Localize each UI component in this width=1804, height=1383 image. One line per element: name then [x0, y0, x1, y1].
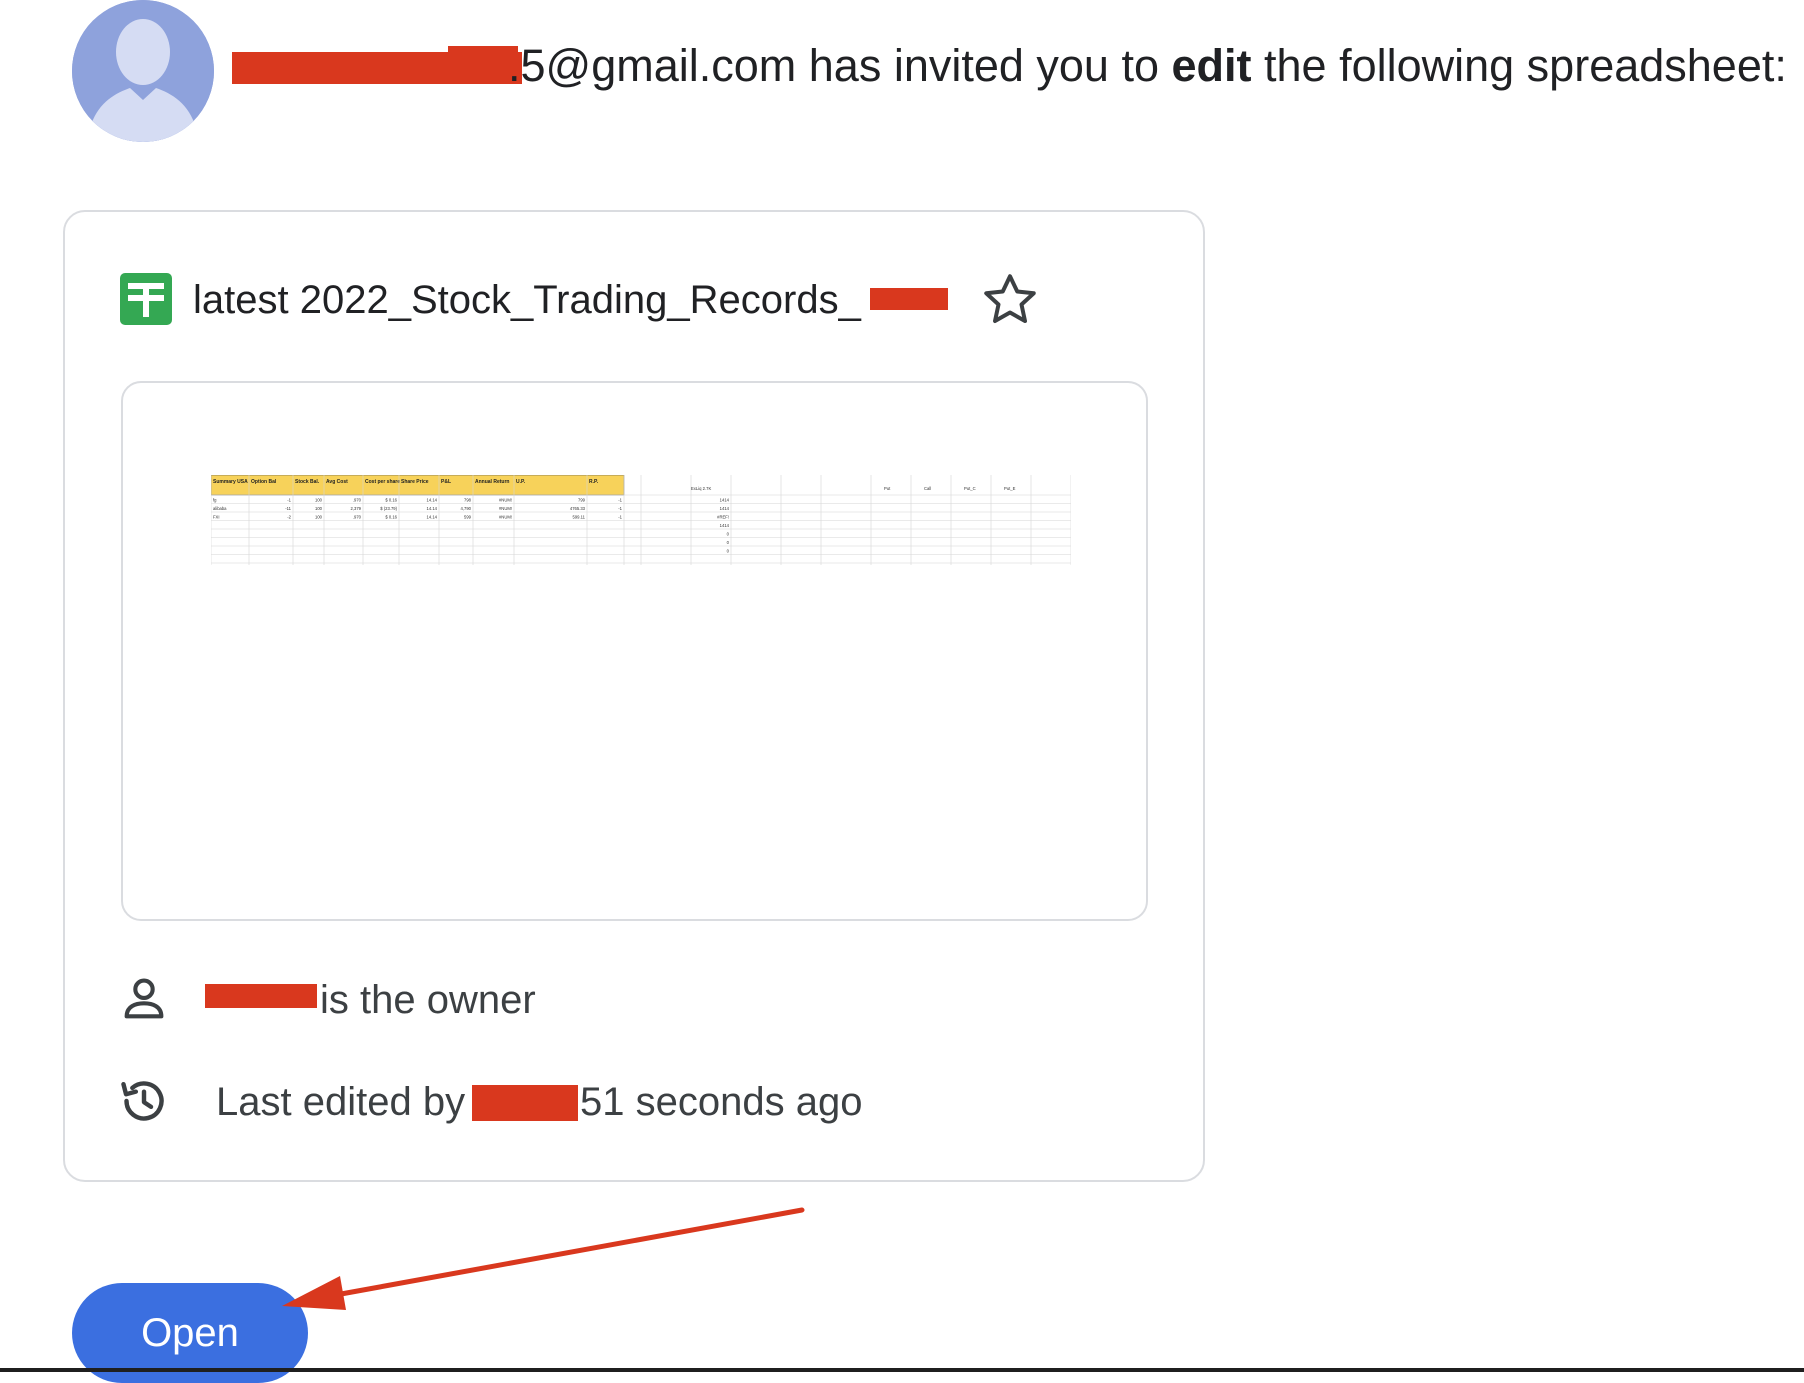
sheet-data-cell: 599.11: [573, 515, 586, 520]
invite-message: .5@gmail.com has invited you to edit the…: [508, 36, 1787, 96]
file-title-link[interactable]: latest 2022_Stock_Trading_Records_: [193, 272, 861, 328]
sheet-header-cell: Stock Bal.: [295, 479, 320, 485]
sheet-data-cell: 4,790: [461, 506, 472, 511]
spreadsheet-preview[interactable]: Summary USA Option Bal Stock Bal. Avg Cost C…: [121, 381, 1148, 921]
sheet-data-cell: 100: [315, 498, 323, 503]
sheet-data-cell: -11: [285, 506, 291, 511]
sheet-data-cell: 14.14: [427, 515, 438, 520]
sheet-right-header: Put_C: [964, 486, 976, 491]
last-edited-prefix: Last edited by: [216, 1080, 466, 1124]
sheet-data-cell: .970: [353, 498, 362, 503]
sheet-header-cell: Summary USA: [213, 479, 248, 485]
sheet-right-header: Call: [924, 486, 931, 491]
redacted-editor-name: [472, 1085, 578, 1121]
default-avatar-icon: [72, 0, 214, 142]
sheet-data-cell: 799: [578, 498, 586, 503]
sheet-data-cell: 798: [464, 498, 472, 503]
sheet-data-cell: alibaba: [213, 506, 227, 511]
sheet-header-cell: Avg Cost: [326, 479, 348, 485]
person-icon: [124, 978, 164, 1019]
sheet-data-cell: $ (23.79): [380, 506, 397, 511]
sheet-header-cell: R.P.: [589, 479, 599, 485]
invite-text-after: the following spreadsheet:: [1251, 40, 1787, 91]
sheet-side-value: 1414: [720, 498, 730, 503]
sheet-header-cell: U.P.: [516, 479, 526, 485]
sheet-data-cell: 14.14: [427, 506, 438, 511]
sheet-header-row: [211, 475, 625, 496]
owner-text: is the owner: [320, 978, 536, 1022]
sheet-data-cell: 14.14: [427, 498, 438, 503]
sheet-data-cell: #NUM!: [499, 498, 512, 503]
sheet-data-cell: $ 0.16: [385, 498, 397, 503]
bottom-border: [0, 1368, 1804, 1372]
sheet-data-cell: 100: [315, 506, 323, 511]
sheet-data-cell: #NUM!: [499, 515, 512, 520]
sheet-data-cell: $ 0.16: [385, 515, 397, 520]
spreadsheet-thumbnail: Summary USA Option Bal Stock Bal. Avg Cost C…: [211, 475, 1071, 565]
sheet-data-cell: #NUM!: [499, 506, 512, 511]
sheet-header-cell: Annual Return: [475, 479, 509, 485]
sheet-data-cell: 4765.33: [570, 506, 586, 511]
invite-text-before: has invited you to: [796, 40, 1172, 91]
redacted-file-suffix: [870, 288, 948, 310]
history-icon: [121, 1081, 164, 1121]
sender-avatar: [72, 0, 214, 142]
sheet-header-cell: Cost per share: [365, 479, 400, 485]
permission-edit: edit: [1171, 40, 1252, 91]
last-edited-time: 51 seconds ago: [580, 1080, 863, 1124]
sender-email: .5@gmail.com: [508, 40, 797, 91]
sheet-right-header: Put_E: [1004, 486, 1016, 491]
sheet-header-cell: Option Bal: [251, 479, 277, 485]
redacted-owner-name: [205, 984, 317, 1008]
google-sheets-icon: [120, 273, 172, 325]
sheet-side-value: 1414: [720, 506, 730, 511]
sheet-side-label: ExLiq 2.7K: [691, 486, 711, 491]
sheet-header-cell: P&L: [441, 479, 451, 485]
star-outline-icon[interactable]: [980, 270, 1040, 330]
sheet-data-cell: 2,379: [351, 506, 362, 511]
sheet-right-header: Put: [884, 486, 891, 491]
sheet-data-cell: .970: [353, 515, 362, 520]
sheet-data-cell: 599: [464, 515, 472, 520]
sheet-header-cell: Share Price: [401, 479, 429, 485]
sheet-side-value: #REF!: [717, 515, 729, 520]
sheet-data-cell: FXI: [213, 515, 220, 520]
sheet-data-cell: 100: [315, 515, 323, 520]
sheet-side-value: 1414: [720, 523, 730, 528]
